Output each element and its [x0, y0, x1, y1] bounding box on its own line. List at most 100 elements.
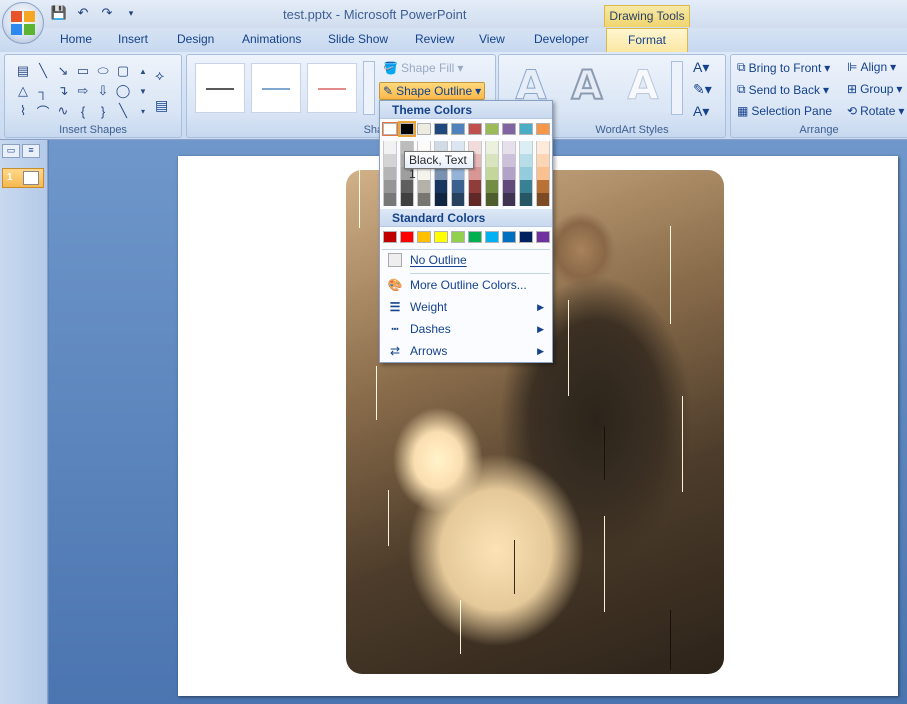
- theme-shade-swatch[interactable]: [519, 167, 533, 180]
- theme-shade-swatch[interactable]: [434, 193, 448, 206]
- office-button[interactable]: [2, 2, 44, 44]
- theme-color-swatch[interactable]: [451, 123, 465, 135]
- theme-shade-swatch[interactable]: [519, 154, 533, 167]
- arrow-line-shape-icon[interactable]: ↘: [53, 61, 73, 81]
- theme-shade-swatch[interactable]: [485, 141, 499, 154]
- rectangle-shape-icon[interactable]: ▭: [73, 61, 93, 81]
- elbow-arrow-shape-icon[interactable]: ↴: [53, 81, 73, 101]
- tab-slide-show[interactable]: Slide Show: [328, 32, 388, 46]
- theme-shade-swatch[interactable]: [485, 180, 499, 193]
- edit-shape-icon[interactable]: ⟡: [155, 67, 164, 84]
- theme-color-swatch[interactable]: [468, 123, 482, 135]
- theme-shade-swatch[interactable]: [536, 154, 550, 167]
- customize-qat-icon[interactable]: ▾: [122, 4, 140, 22]
- text-fill-icon[interactable]: A▾: [693, 59, 709, 76]
- save-icon[interactable]: 💾: [50, 4, 68, 22]
- left-brace-shape-icon[interactable]: {: [73, 101, 93, 121]
- standard-color-swatch[interactable]: [451, 231, 465, 243]
- align-button[interactable]: ⊫ Align ▾: [847, 60, 896, 74]
- theme-shade-swatch[interactable]: [383, 180, 397, 193]
- standard-color-swatch[interactable]: [468, 231, 482, 243]
- theme-shade-swatch[interactable]: [485, 193, 499, 206]
- theme-shade-swatch[interactable]: [536, 141, 550, 154]
- more-shapes-icon[interactable]: ▾: [133, 101, 153, 121]
- text-effects-icon[interactable]: A▾: [693, 103, 709, 120]
- curve-shape-icon[interactable]: ⌒: [33, 101, 53, 121]
- draw-textbox-icon[interactable]: ▤: [155, 97, 168, 114]
- theme-shade-swatch[interactable]: [383, 167, 397, 180]
- standard-color-swatch[interactable]: [383, 231, 397, 243]
- tab-format[interactable]: Format: [606, 28, 688, 52]
- theme-shade-swatch[interactable]: [383, 141, 397, 154]
- theme-shade-swatch[interactable]: [485, 154, 499, 167]
- scroll-down-icon[interactable]: ▼: [133, 81, 153, 101]
- shape-fill-button[interactable]: 🪣 Shape Fill ▾: [383, 61, 463, 75]
- shape-styles-scroll[interactable]: [363, 61, 375, 115]
- wave-shape-icon[interactable]: ∿: [53, 101, 73, 121]
- slides-tab-icon[interactable]: ▭: [2, 144, 20, 158]
- scroll-up-icon[interactable]: ▲: [133, 61, 153, 81]
- standard-color-swatch[interactable]: [417, 231, 431, 243]
- theme-shade-swatch[interactable]: [451, 193, 465, 206]
- slide-thumbnail[interactable]: 1: [2, 168, 44, 188]
- theme-shade-swatch[interactable]: [502, 141, 516, 154]
- wordart-style-2[interactable]: A: [561, 59, 613, 113]
- line-shape-icon[interactable]: ╲: [33, 61, 53, 81]
- theme-shade-swatch[interactable]: [502, 154, 516, 167]
- right-brace-shape-icon[interactable]: }: [93, 101, 113, 121]
- theme-shade-swatch[interactable]: [400, 180, 414, 193]
- standard-color-swatch[interactable]: [536, 231, 550, 243]
- theme-shade-swatch[interactable]: [434, 180, 448, 193]
- shape-outline-button[interactable]: ✎ Shape Outline ▾: [379, 82, 486, 100]
- tab-developer[interactable]: Developer: [534, 32, 589, 46]
- standard-color-swatch[interactable]: [485, 231, 499, 243]
- tab-insert[interactable]: Insert: [118, 32, 148, 46]
- outline-tab-icon[interactable]: ≡: [22, 144, 40, 158]
- theme-color-swatch[interactable]: [502, 123, 516, 135]
- theme-color-swatch[interactable]: [398, 121, 416, 137]
- theme-color-swatch[interactable]: [417, 123, 431, 135]
- down-arrow-shape-icon[interactable]: ⇩: [93, 81, 113, 101]
- triangle-shape-icon[interactable]: △: [13, 81, 33, 101]
- theme-shade-swatch[interactable]: [536, 193, 550, 206]
- shape-style-option-1[interactable]: [195, 63, 245, 113]
- standard-color-swatch[interactable]: [502, 231, 516, 243]
- theme-color-swatch[interactable]: [382, 122, 398, 136]
- theme-shade-swatch[interactable]: [417, 180, 431, 193]
- theme-shade-swatch[interactable]: [468, 180, 482, 193]
- elbow-connector-shape-icon[interactable]: ┐: [33, 81, 53, 101]
- theme-color-swatch[interactable]: [536, 123, 550, 135]
- arrows-item[interactable]: ⇄ Arrows ▶: [380, 340, 552, 362]
- theme-color-swatch[interactable]: [434, 123, 448, 135]
- rotate-button[interactable]: ⟲ Rotate ▾: [847, 104, 904, 118]
- group-button[interactable]: ⊞ Group ▾: [847, 82, 902, 96]
- theme-shade-swatch[interactable]: [485, 167, 499, 180]
- theme-shade-swatch[interactable]: [536, 167, 550, 180]
- undo-icon[interactable]: ↶: [74, 4, 92, 22]
- tab-animations[interactable]: Animations: [242, 32, 301, 46]
- oval-shape-icon[interactable]: ⬭: [93, 61, 113, 81]
- shape-style-option-2[interactable]: [251, 63, 301, 113]
- callout-shape-icon[interactable]: ◯: [113, 81, 133, 101]
- theme-shade-swatch[interactable]: [536, 180, 550, 193]
- theme-shade-swatch[interactable]: [502, 167, 516, 180]
- bring-to-front-button[interactable]: ⧉ Bring to Front ▾: [737, 60, 830, 75]
- shape-style-option-3[interactable]: [307, 63, 357, 113]
- theme-shade-swatch[interactable]: [519, 141, 533, 154]
- dashes-item[interactable]: ┅ Dashes ▶: [380, 318, 552, 340]
- tab-view[interactable]: View: [479, 32, 505, 46]
- weight-item[interactable]: ☰ Weight ▶: [380, 296, 552, 318]
- tab-review[interactable]: Review: [415, 32, 454, 46]
- theme-shade-swatch[interactable]: [502, 193, 516, 206]
- text-outline-icon[interactable]: ✎▾: [693, 81, 712, 98]
- theme-shade-swatch[interactable]: [451, 180, 465, 193]
- theme-shade-swatch[interactable]: [468, 193, 482, 206]
- theme-shade-swatch[interactable]: [417, 193, 431, 206]
- theme-shade-swatch[interactable]: [519, 193, 533, 206]
- standard-color-swatch[interactable]: [434, 231, 448, 243]
- textbox-shape-icon[interactable]: ▤: [13, 61, 33, 81]
- tab-home[interactable]: Home: [60, 32, 92, 46]
- theme-shade-swatch[interactable]: [383, 193, 397, 206]
- selection-pane-button[interactable]: ▦ Selection Pane: [737, 104, 832, 118]
- tab-design[interactable]: Design: [177, 32, 214, 46]
